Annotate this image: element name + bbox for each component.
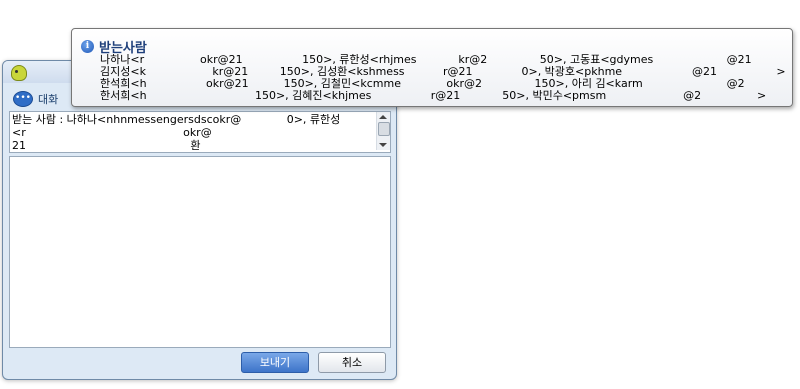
cancel-button[interactable]: 취소 <box>318 352 386 373</box>
chat-bubble-icon: ••• <box>13 91 33 107</box>
send-button[interactable]: 보내기 <box>241 352 309 373</box>
message-input[interactable] <box>9 156 391 348</box>
scroll-up-icon[interactable] <box>379 115 387 119</box>
tooltip-line: 한석희<h okr@21 150>, 김철민<kcmme okr@2 150>,… <box>100 78 790 90</box>
tooltip-recipient-lines: 나하나<r okr@21 150>, 류한성<rhjmes kr@2 50>, … <box>100 54 790 102</box>
tooltip-line: 김지성<k kr@21 150>, 김성환<kshmess r@21 0>, 박… <box>100 66 786 78</box>
recipient-field[interactable]: 받는 사람 : 나하나<nhnmessengersdscokr@ 0>, 류한성… <box>9 111 391 153</box>
recipients-tooltip: i 받는사람 나하나<r okr@21 150>, 류한성<rhjmes kr@… <box>71 28 793 107</box>
tooltip-line: 한서희<h 150>, 김혜진<khjmes r@21 50>, 박민수<pms… <box>100 90 767 102</box>
info-icon: i <box>81 40 94 53</box>
recipient-scrollbar[interactable] <box>376 112 390 150</box>
app-logo-icon <box>11 65 27 81</box>
scroll-down-icon[interactable] <box>379 143 387 147</box>
chat-window: ••• 대화 받는 사람 : 나하나<nhnmessengersdscokr@ … <box>2 60 397 380</box>
tab-chat[interactable]: ••• 대화 <box>9 89 69 109</box>
scroll-thumb[interactable] <box>378 122 390 136</box>
tooltip-line: 나하나<r okr@21 150>, 류한성<rhjmes kr@2 50>, … <box>100 54 790 66</box>
recipient-list: 받는 사람 : 나하나<nhnmessengersdscokr@ 0>, 류한성… <box>12 113 341 151</box>
tab-chat-label: 대화 <box>38 93 59 106</box>
